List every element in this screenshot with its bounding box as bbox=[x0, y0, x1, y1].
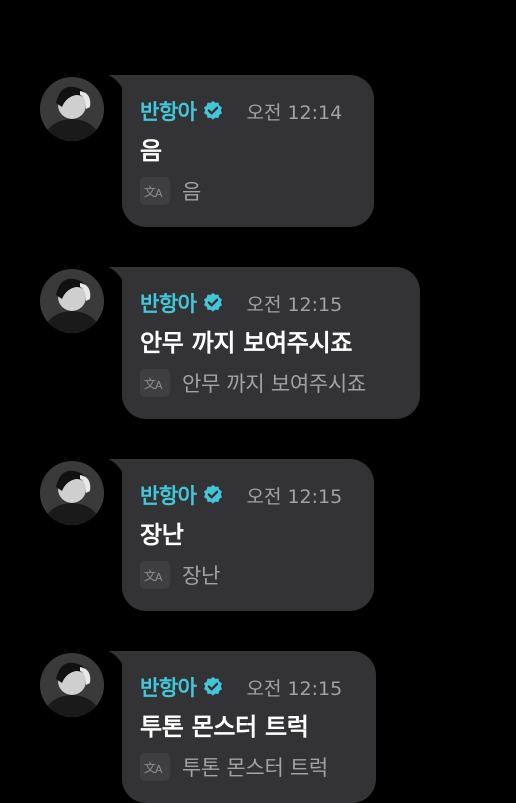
svg-text:A: A bbox=[155, 379, 163, 391]
message-time: 오전 12:15 bbox=[246, 485, 343, 508]
bubble-tail bbox=[108, 75, 123, 89]
translate-icon[interactable]: 文A bbox=[140, 177, 170, 205]
avatar[interactable] bbox=[40, 461, 104, 525]
message-translation: 文A 투톤 몬스터 트럭 bbox=[140, 749, 356, 785]
sender-name[interactable]: 반항아 bbox=[140, 672, 197, 702]
translated-text: 음 bbox=[182, 180, 202, 204]
sender-name[interactable]: 반항아 bbox=[140, 96, 197, 126]
sender-name[interactable]: 반항아 bbox=[140, 480, 197, 510]
message-bubble[interactable]: 반항아 오전 12:15 장난 文A 장난 bbox=[108, 459, 374, 611]
avatar[interactable] bbox=[40, 269, 104, 333]
translated-text: 장난 bbox=[182, 564, 221, 588]
bubble-tail bbox=[108, 651, 123, 665]
svg-text:A: A bbox=[155, 763, 163, 775]
message-bubble[interactable]: 반항아 오전 12:15 투톤 몬스터 트럭 文A 투톤 몬스터 트럭 bbox=[108, 651, 376, 803]
verified-badge-icon bbox=[202, 484, 224, 506]
verified-badge-icon bbox=[202, 100, 224, 122]
translate-icon[interactable]: 文A bbox=[140, 369, 170, 397]
message-text: 음 bbox=[140, 137, 162, 165]
message-text: 투톤 몬스터 트럭 bbox=[140, 713, 309, 741]
message-time: 오전 12:14 bbox=[246, 101, 343, 124]
translated-text: 안무 까지 보여주시죠 bbox=[182, 372, 366, 396]
message-meta: 반항아 오전 12:15 bbox=[140, 479, 354, 511]
avatar[interactable] bbox=[40, 77, 104, 141]
translate-icon[interactable]: 文A bbox=[140, 753, 170, 781]
message-meta: 반항아 오전 12:14 bbox=[140, 95, 354, 127]
message-bubble[interactable]: 반항아 오전 12:15 안무 까지 보여주시죠 文A 안무 까지 보여주시죠 bbox=[108, 267, 420, 419]
message-meta: 반항아 오전 12:15 bbox=[140, 671, 356, 703]
translate-icon[interactable]: 文A bbox=[140, 561, 170, 589]
message-translation: 文A 장난 bbox=[140, 557, 354, 593]
message-meta: 반항아 오전 12:15 bbox=[140, 287, 400, 319]
svg-text:A: A bbox=[155, 187, 163, 199]
verified-badge-icon bbox=[202, 292, 224, 314]
translated-text: 투톤 몬스터 트럭 bbox=[182, 756, 328, 780]
svg-text:A: A bbox=[155, 571, 163, 583]
bubble-tail bbox=[108, 267, 123, 281]
bubble-tail bbox=[108, 459, 123, 473]
verified-badge-icon bbox=[202, 676, 224, 698]
avatar[interactable] bbox=[40, 653, 104, 717]
message-translation: 文A 음 bbox=[140, 173, 354, 209]
message-time: 오전 12:15 bbox=[246, 677, 343, 700]
chat-message-list[interactable]: 반항아 오전 12:14 음 文A 음 반항아 오전 12:15 안무 까지 보… bbox=[0, 0, 516, 803]
message-text: 안무 까지 보여주시죠 bbox=[140, 329, 353, 357]
message-time: 오전 12:15 bbox=[246, 293, 343, 316]
message-bubble[interactable]: 반항아 오전 12:14 음 文A 음 bbox=[108, 75, 374, 227]
sender-name[interactable]: 반항아 bbox=[140, 288, 197, 318]
message-text: 장난 bbox=[140, 521, 184, 549]
message-translation: 文A 안무 까지 보여주시죠 bbox=[140, 365, 400, 401]
